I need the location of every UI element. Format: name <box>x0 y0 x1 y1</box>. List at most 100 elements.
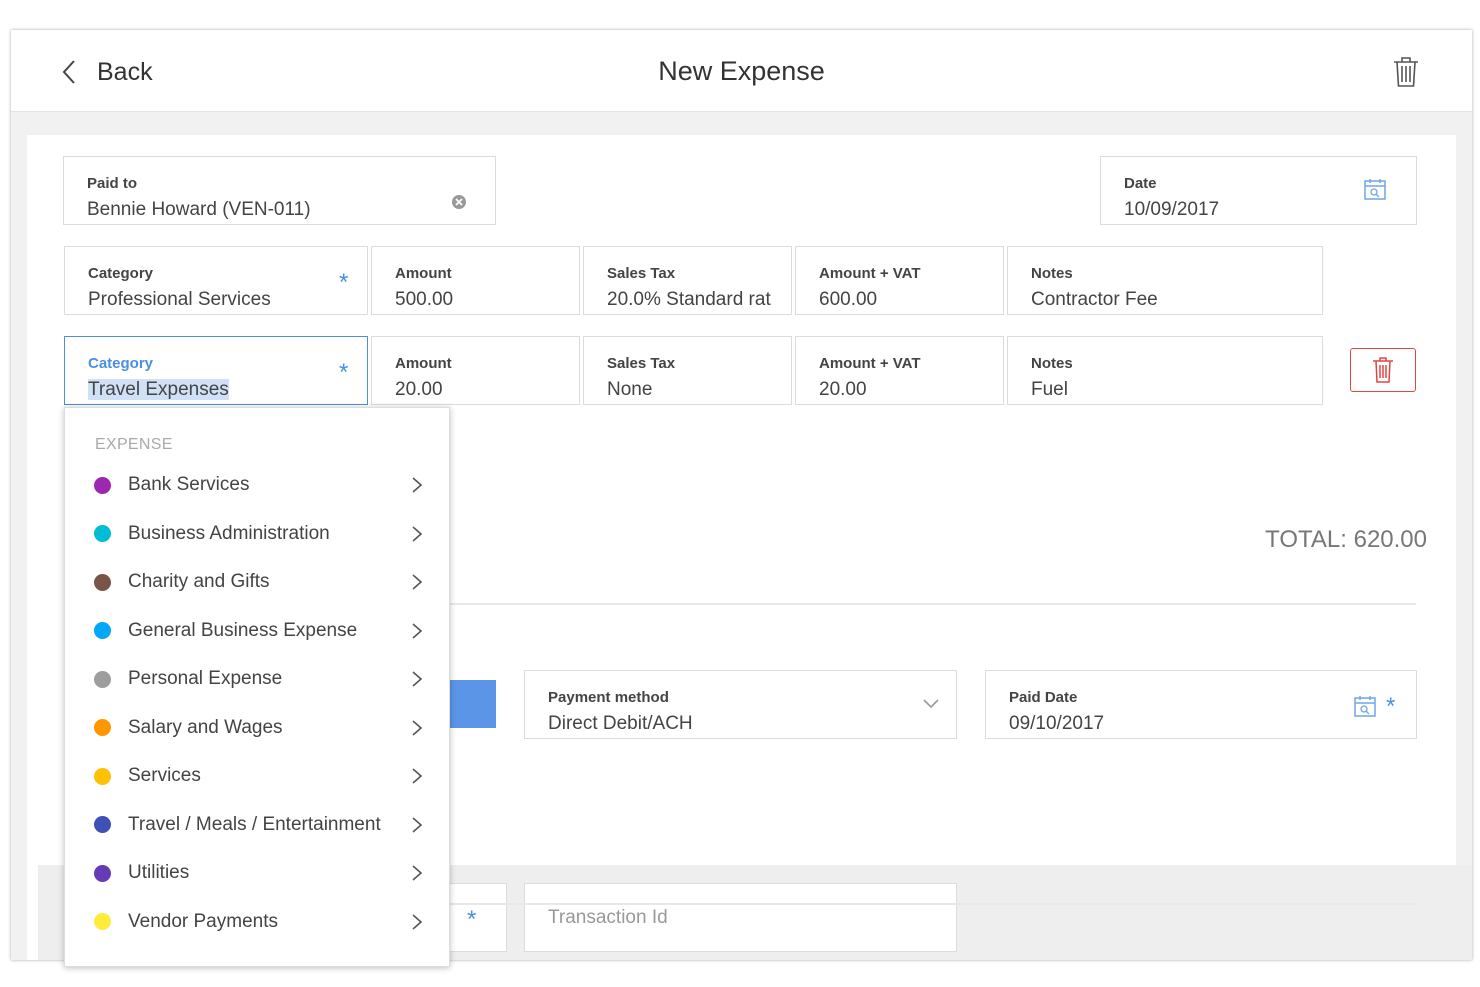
notes-label: Notes <box>1031 265 1073 282</box>
trash-icon <box>1373 357 1393 383</box>
dropdown-item[interactable]: Services <box>65 752 451 800</box>
pay-button[interactable] <box>447 680 496 728</box>
category-value: Travel Expenses <box>88 379 229 401</box>
category-field-2[interactable]: Category Travel Expenses * <box>64 336 368 405</box>
dropdown-item[interactable]: Travel / Meals / Entertainment <box>65 801 451 849</box>
dropdown-item[interactable]: Vendor Payments <box>65 898 451 946</box>
category-label: Category <box>88 265 154 282</box>
required-marker: * <box>339 269 349 296</box>
delete-line-button[interactable] <box>1350 348 1416 392</box>
payment-method-select[interactable]: Payment method Direct Debit/ACH <box>524 670 957 739</box>
paid-date-field[interactable]: Paid Date 09/10/2017 * <box>985 670 1417 739</box>
account-field[interactable]: * <box>447 883 507 952</box>
dropdown-item[interactable]: Personal Expense <box>65 655 451 703</box>
amount-vat-label: Amount + VAT <box>819 265 921 282</box>
dropdown-item-label: Personal Expense <box>128 668 283 689</box>
paid-date-value: 09/10/2017 <box>1009 713 1105 734</box>
amount-field-1[interactable]: Amount 500.00 <box>371 246 580 315</box>
amount-vat-value: 20.00 <box>819 379 867 400</box>
paid-to-field[interactable]: Paid to Bennie Howard (VEN-011) <box>63 156 496 225</box>
paid-date-label: Paid Date <box>1009 689 1078 706</box>
dropdown-item-label: Vendor Payments <box>128 910 278 932</box>
chevron-right-icon <box>412 622 423 639</box>
divider <box>447 903 1416 905</box>
category-color-dot <box>94 913 111 930</box>
category-field-1[interactable]: Category Professional Services * <box>64 246 368 315</box>
chevron-left-icon <box>62 60 75 84</box>
calendar-icon[interactable] <box>1353 694 1377 718</box>
page-title: New Expense <box>658 56 825 86</box>
clear-icon[interactable] <box>451 194 467 210</box>
dropdown-item-label: Utilities <box>128 862 190 883</box>
category-value: Professional Services <box>88 289 271 310</box>
dropdown-item[interactable]: Salary and Wages <box>65 704 451 752</box>
payment-method-label: Payment method <box>548 689 669 706</box>
notes-field-1[interactable]: Notes Contractor Fee <box>1007 246 1323 315</box>
chevron-down-icon <box>923 699 939 709</box>
dropdown-item-label: Salary and Wages <box>128 716 283 738</box>
amount-label: Amount <box>395 355 452 372</box>
chevron-right-icon <box>412 477 423 493</box>
dropdown-item-label: Charity and Gifts <box>128 571 270 592</box>
dropdown-heading: EXPENSE <box>95 436 173 453</box>
transaction-id-placeholder: Transaction Id <box>548 906 668 928</box>
notes-value: Fuel <box>1031 379 1068 400</box>
trash-icon <box>1394 57 1418 87</box>
sales-tax-value: None <box>607 379 653 400</box>
amount-vat-field-2[interactable]: Amount + VAT 20.00 <box>795 336 1004 405</box>
category-color-dot <box>94 670 111 688</box>
delete-expense-button[interactable] <box>1391 56 1421 88</box>
category-color-dot <box>94 476 111 494</box>
amount-label: Amount <box>395 265 452 282</box>
back-button[interactable]: Back <box>61 48 153 96</box>
dropdown-item[interactable]: Utilities <box>65 849 451 897</box>
payment-method-value: Direct Debit/ACH <box>548 713 693 734</box>
amount-vat-label: Amount + VAT <box>819 355 921 372</box>
chevron-right-icon <box>412 671 423 687</box>
dropdown-item-label: Bank Services <box>128 474 250 495</box>
sales-tax-label: Sales Tax <box>607 265 676 282</box>
dropdown-item-label: General Business Expense <box>128 619 358 641</box>
notes-field-2[interactable]: Notes Fuel <box>1007 336 1323 405</box>
back-label: Back <box>97 57 153 86</box>
date-label: Date <box>1124 175 1157 192</box>
amount-vat-field-1[interactable]: Amount + VAT 600.00 <box>795 246 1004 315</box>
calendar-icon[interactable] <box>1363 177 1387 201</box>
dropdown-item[interactable]: Charity and Gifts <box>65 558 451 606</box>
category-color-dot <box>94 864 111 882</box>
category-color-dot <box>94 622 111 639</box>
date-field[interactable]: Date 10/09/2017 <box>1100 156 1417 225</box>
chevron-right-icon <box>412 865 423 881</box>
required-marker: * <box>339 359 349 386</box>
sales-tax-field-2[interactable]: Sales Tax None <box>583 336 792 405</box>
category-color-dot <box>94 816 111 833</box>
dropdown-item[interactable]: Business Administration <box>65 510 451 558</box>
paid-to-label: Paid to <box>87 175 138 192</box>
divider <box>447 603 1416 605</box>
amount-value: 500.00 <box>395 289 454 310</box>
total-amount: TOTAL: 620.00 <box>1265 526 1427 553</box>
required-marker: * <box>467 906 477 933</box>
category-color-dot <box>94 525 111 542</box>
chevron-right-icon <box>412 816 423 833</box>
dropdown-item[interactable]: Bank Services <box>65 461 451 509</box>
chevron-right-icon <box>412 574 423 590</box>
sales-tax-label: Sales Tax <box>607 355 676 372</box>
dropdown-item-label: Travel / Meals / Entertainment <box>128 813 381 835</box>
dropdown-item[interactable]: General Business Expense <box>65 607 451 655</box>
amount-vat-value: 600.00 <box>819 289 878 310</box>
selected-text: Travel Expenses <box>88 379 229 400</box>
required-marker: * <box>1386 693 1396 720</box>
category-dropdown: EXPENSE Bank Services Business Administra… <box>64 407 450 967</box>
paid-to-value: Bennie Howard (VEN-011) <box>87 199 311 220</box>
chevron-right-icon <box>412 913 423 930</box>
sales-tax-value: 20.0% Standard rat <box>607 289 771 310</box>
transaction-id-input[interactable]: Transaction Id <box>524 883 957 952</box>
chevron-right-icon <box>412 768 423 784</box>
dropdown-item-label: Business Administration <box>128 522 330 544</box>
date-value: 10/09/2017 <box>1124 199 1220 220</box>
header-bar: New Expense Back <box>11 30 1472 112</box>
amount-value: 20.00 <box>395 379 443 400</box>
amount-field-2[interactable]: Amount 20.00 <box>371 336 580 405</box>
sales-tax-field-1[interactable]: Sales Tax 20.0% Standard rat <box>583 246 792 315</box>
